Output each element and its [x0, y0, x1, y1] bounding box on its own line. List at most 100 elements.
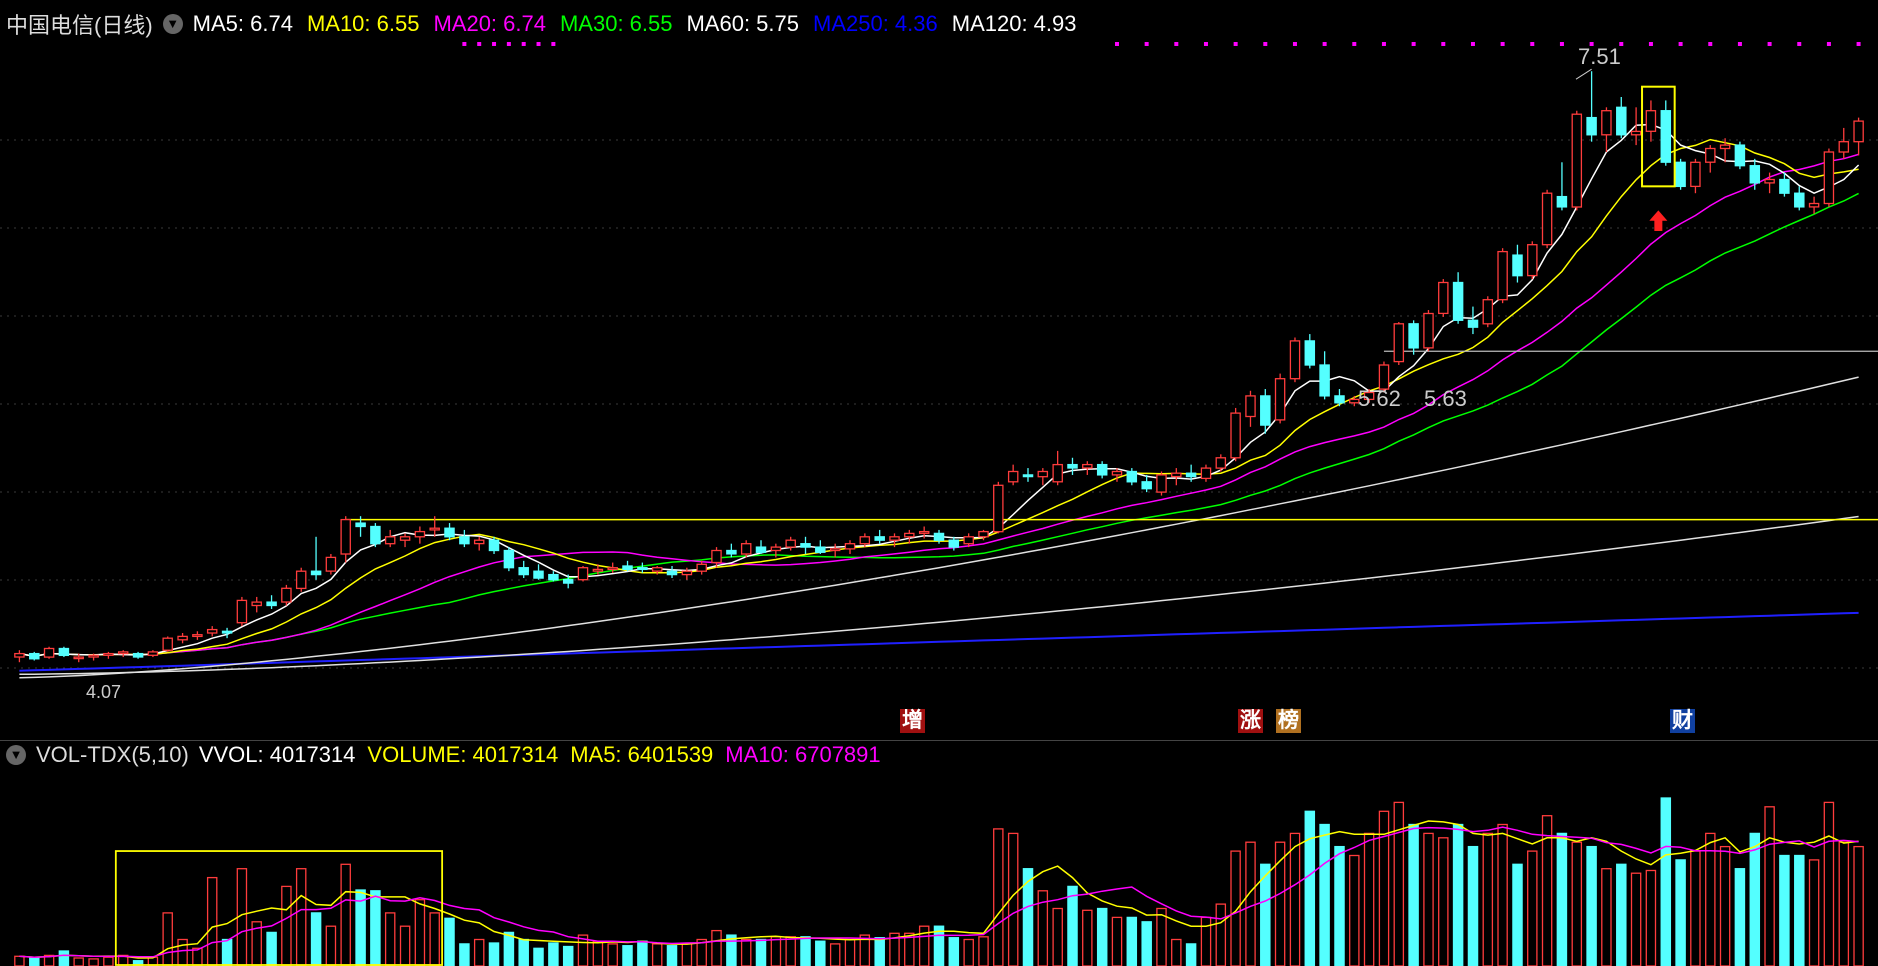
volume-bar-71 [1067, 885, 1078, 966]
volume-bar-33 [503, 931, 515, 966]
candle-body-44 [666, 570, 678, 576]
volume-bar-77 [1156, 907, 1167, 966]
event-marker-ranking[interactable]: 榜 [1276, 709, 1301, 733]
candle-body-95 [1423, 312, 1434, 349]
signal-dot-78 [1174, 42, 1179, 46]
candle-body-20 [310, 570, 322, 576]
candle-body-14 [221, 630, 233, 634]
candle-body-55 [829, 548, 841, 552]
mid-price-label-1: 5.62 [1358, 386, 1401, 411]
volume-bar-83 [1245, 841, 1256, 966]
volume-bar-86 [1289, 832, 1301, 966]
volume-bar-107 [1601, 868, 1612, 966]
volume-bar-124 [1853, 845, 1864, 966]
event-marker-finance[interactable]: 财 [1670, 709, 1695, 733]
volume-bar-65 [978, 936, 989, 966]
volume-bar-36 [548, 942, 559, 966]
volume-bar-98 [1467, 845, 1479, 966]
candle-body-70 [1052, 463, 1063, 483]
candle-body-123 [1838, 141, 1850, 153]
volume-legend-item-0: VVOL: 4017314 [198, 742, 356, 767]
volume-bar-39 [592, 940, 604, 966]
volume-bar-78 [1171, 938, 1182, 966]
volume-bar-0 [14, 955, 25, 966]
volume-bar-18 [281, 885, 292, 966]
signal-dot-92 [1381, 42, 1386, 46]
volume-bar-5 [88, 958, 99, 966]
signal-dot-110 [1648, 42, 1653, 46]
candle-body-73 [1096, 463, 1108, 476]
volume-bar-41 [622, 945, 633, 966]
candle-body-79 [1185, 472, 1197, 478]
volume-bar-40 [607, 943, 618, 966]
volume-bar-47 [711, 929, 722, 966]
volume-bar-24 [370, 890, 381, 966]
volume-bar-109 [1630, 872, 1642, 966]
candle-body-17 [266, 601, 277, 607]
candle-body-72 [1082, 463, 1093, 469]
volume-indicator-name: VOL-TDX(5,10) [36, 742, 189, 767]
signal-dot-31 [477, 42, 482, 46]
signal-dot-112 [1678, 42, 1683, 46]
volume-bar-119 [1779, 854, 1790, 966]
volume-bar-6 [103, 956, 114, 966]
candle-body-108 [1616, 106, 1627, 136]
volume-legend-item-1: VOLUME: 4017314 [367, 742, 559, 767]
high-price-label: 7.51 [1578, 44, 1621, 69]
candle-body-122 [1823, 151, 1835, 205]
chevron-down-icon[interactable]: ▼ [6, 745, 26, 765]
candle-body-46 [696, 563, 707, 572]
candle-body-78 [1171, 472, 1182, 478]
candle-body-42 [637, 567, 648, 571]
candle-body-25 [384, 536, 396, 545]
candle-body-1 [29, 652, 40, 660]
volume-bar-112 [1675, 859, 1686, 966]
candle-body-4 [73, 656, 84, 660]
volume-bar-17 [266, 931, 277, 966]
volume-bar-42 [637, 940, 648, 966]
volume-bar-26 [399, 925, 411, 966]
candle-body-114 [1705, 147, 1716, 163]
candle-body-100 [1497, 250, 1508, 301]
candle-body-118 [1764, 178, 1775, 184]
signal-dot-82 [1233, 42, 1238, 46]
candle-body-57 [859, 536, 871, 545]
volume-bar-32 [488, 942, 500, 966]
event-marker-increase[interactable]: 增 [900, 709, 925, 733]
event-marker-limit-up[interactable]: 涨 [1238, 709, 1263, 733]
candle-body-43 [651, 567, 663, 572]
volume-bar-3 [58, 950, 70, 966]
signal-dot-122 [1826, 42, 1831, 46]
volume-bar-87 [1304, 810, 1316, 966]
candle-body-40 [607, 567, 618, 571]
signal-dot-35 [536, 42, 541, 46]
volume-bar-101 [1512, 863, 1523, 966]
candle-body-45 [681, 570, 693, 576]
volume-bar-49 [740, 938, 752, 966]
candle-body-53 [800, 543, 811, 548]
candle-body-56 [844, 543, 856, 550]
volume-bar-28 [429, 912, 440, 966]
candle-body-80 [1200, 467, 1212, 480]
volume-bar-79 [1185, 943, 1197, 966]
candle-body-99 [1482, 299, 1494, 325]
volume-bar-53 [800, 936, 811, 966]
candle-body-110 [1645, 110, 1657, 132]
signal-dot-114 [1708, 42, 1713, 46]
candle-body-77 [1156, 474, 1167, 493]
volume-bar-50 [755, 938, 767, 966]
signal-dot-116 [1737, 42, 1742, 46]
volume-bar-118 [1764, 806, 1775, 966]
candle-body-37 [562, 579, 574, 584]
volume-bar-117 [1749, 832, 1761, 966]
candle-body-52 [785, 539, 796, 548]
mid-price-label-2: 5.63 [1424, 386, 1467, 411]
volume-bar-14 [221, 938, 233, 966]
volume-bar-99 [1482, 832, 1494, 966]
candle-body-64 [963, 536, 974, 545]
candle-body-98 [1467, 319, 1479, 328]
volume-bar-95 [1423, 832, 1434, 966]
volume-bar-94 [1408, 823, 1419, 966]
low-price-label: 4.07 [86, 682, 122, 702]
candle-body-33 [503, 549, 515, 569]
